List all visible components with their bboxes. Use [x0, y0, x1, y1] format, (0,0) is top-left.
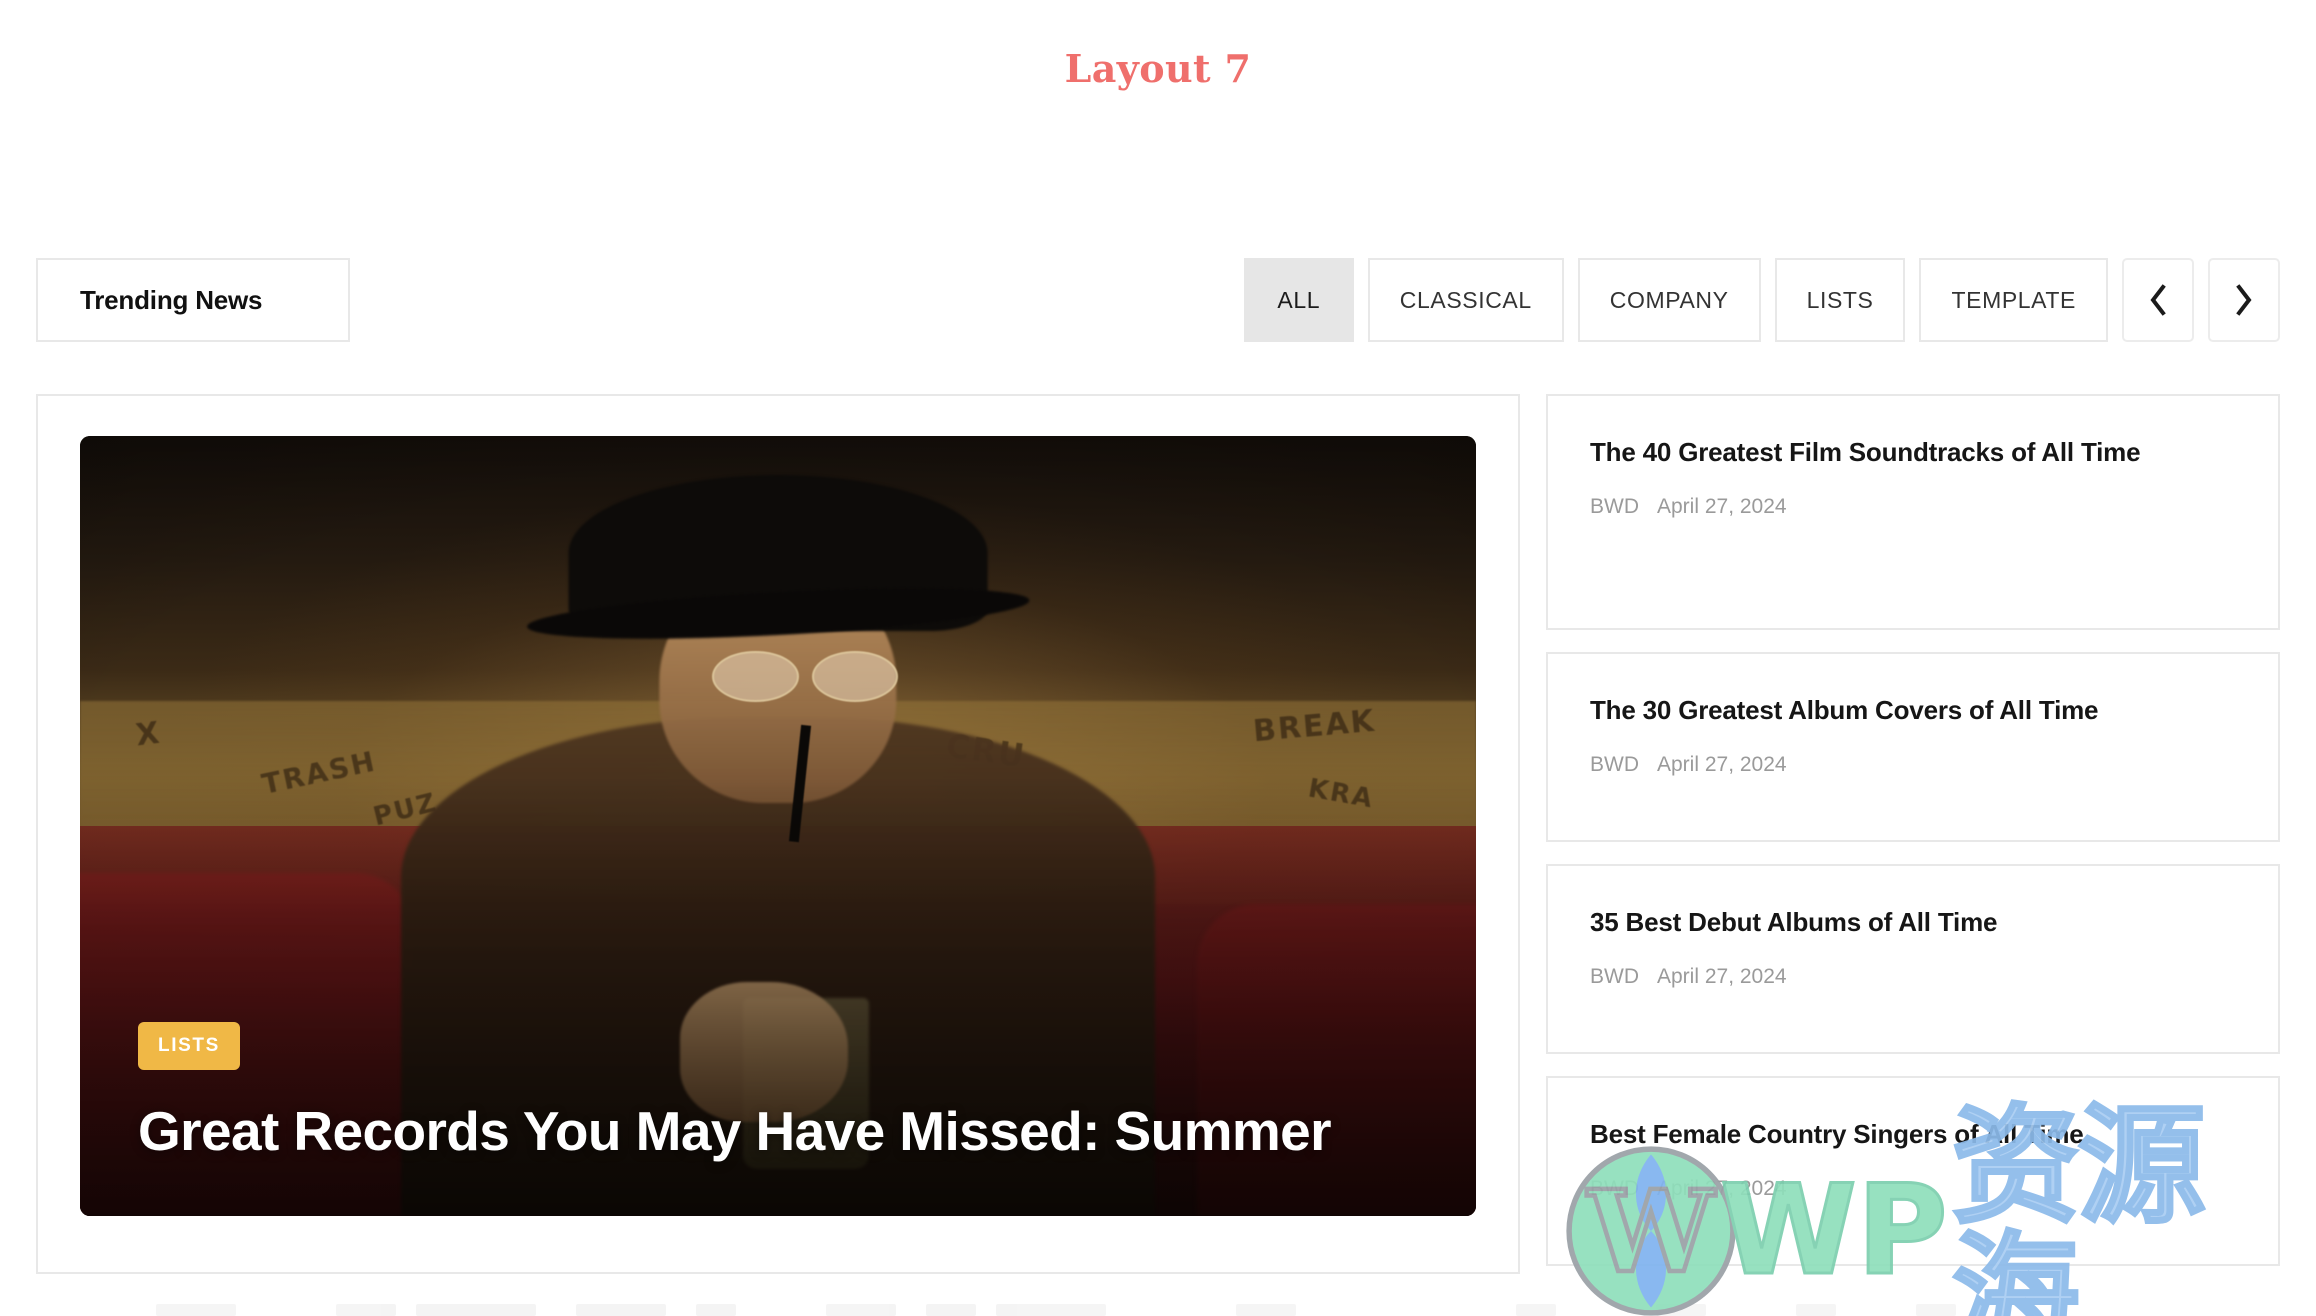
featured-post-image: 7 X TRASH PUZ CRU BREAK KRA	[80, 436, 1476, 1216]
post-date: April 27, 2024	[1657, 495, 1787, 519]
filter-tab-classical[interactable]: CLASSICAL	[1367, 258, 1564, 342]
post-date: April 27, 2024	[1657, 753, 1787, 777]
page-title: Layout 7	[1064, 46, 1252, 91]
side-post-title[interactable]: 35 Best Debut Albums of All Time	[1590, 906, 2236, 939]
side-post-meta: BWD April 27, 2024	[1590, 965, 2236, 989]
subject-glasses-right	[811, 650, 899, 702]
side-post-item[interactable]: The 40 Greatest Film Soundtracks of All …	[1546, 394, 2280, 630]
filter-tab-template[interactable]: TEMPLATE	[1919, 258, 2108, 342]
side-post-title[interactable]: Best Female Country Singers of All Time	[1590, 1118, 2236, 1151]
side-post-meta: BWD April 27, 2024	[1590, 495, 2236, 519]
chevron-right-icon	[2232, 283, 2256, 317]
post-author[interactable]: BWD	[1590, 965, 1639, 989]
graffiti-tag: X	[133, 715, 164, 754]
side-post-list: The 40 Greatest Film Soundtracks of All …	[1546, 394, 2280, 1294]
filter-tab-group: ALL CLASSICAL COMPANY LISTS TEMPLATE	[1243, 258, 2280, 342]
featured-post-overlay: LISTS Great Records You May Have Missed:…	[138, 1022, 1380, 1164]
section-label: Trending News	[80, 284, 263, 315]
posts-grid: 7 X TRASH PUZ CRU BREAK KRA	[36, 394, 2280, 1294]
side-post-meta: BWD April 27, 2024	[1590, 1177, 2236, 1201]
section-header-row: Trending News ALL CLASSICAL COMPANY LIST…	[36, 258, 2280, 342]
side-post-item[interactable]: The 30 Greatest Album Covers of All Time…	[1546, 652, 2280, 842]
featured-post-title[interactable]: Great Records You May Have Missed: Summe…	[138, 1100, 1380, 1164]
post-author[interactable]: BWD	[1590, 495, 1639, 519]
side-post-item[interactable]: Best Female Country Singers of All Time …	[1546, 1076, 2280, 1266]
side-post-item[interactable]: 35 Best Debut Albums of All Time BWD Apr…	[1546, 864, 2280, 1054]
carousel-next-button[interactable]	[2208, 258, 2280, 342]
post-date: April 27, 2024	[1657, 1177, 1787, 1201]
post-author[interactable]: BWD	[1590, 1177, 1639, 1201]
chevron-left-icon	[2146, 283, 2170, 317]
featured-category-badge[interactable]: LISTS	[138, 1022, 240, 1071]
subject-glasses-left	[712, 650, 799, 702]
filter-tab-company[interactable]: COMPANY	[1577, 258, 1761, 342]
carousel-prev-button[interactable]	[2122, 258, 2194, 342]
post-date: April 27, 2024	[1657, 965, 1787, 989]
featured-post-card[interactable]: 7 X TRASH PUZ CRU BREAK KRA	[36, 394, 1520, 1274]
side-post-title[interactable]: The 30 Greatest Album Covers of All Time	[1590, 694, 2236, 727]
filter-tab-lists[interactable]: LISTS	[1774, 258, 1906, 342]
layout-preview-page: Layout 7 Trending News ALL CLASSICAL COM…	[0, 0, 2316, 1316]
side-post-meta: BWD April 27, 2024	[1590, 753, 2236, 777]
filter-tab-all[interactable]: ALL	[1243, 258, 1354, 342]
post-author[interactable]: BWD	[1590, 753, 1639, 777]
trending-news-box: Trending News	[36, 258, 350, 342]
side-post-title[interactable]: The 40 Greatest Film Soundtracks of All …	[1590, 436, 2236, 469]
clipped-content-peek	[36, 1304, 2280, 1316]
